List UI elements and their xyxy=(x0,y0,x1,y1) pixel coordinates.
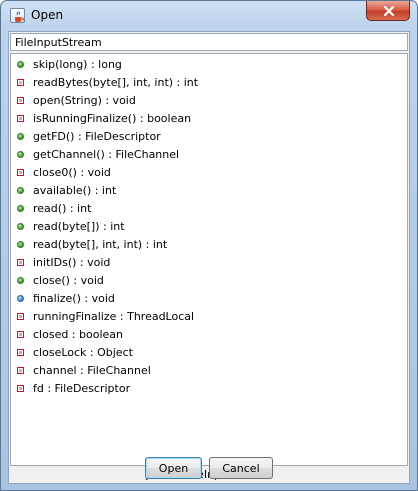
member-label: available() : int xyxy=(33,184,117,197)
list-item[interactable]: runningFinalize : ThreadLocal xyxy=(11,308,407,326)
protected-member-icon xyxy=(17,295,24,302)
member-list-panel[interactable]: skip(long) : long readBytes(byte[], int, … xyxy=(10,53,408,466)
list-item[interactable]: getFD() : FileDescriptor xyxy=(11,128,407,146)
member-list[interactable]: skip(long) : long readBytes(byte[], int, … xyxy=(11,56,407,398)
private-member-icon xyxy=(17,169,24,176)
list-item[interactable]: readBytes(byte[], int, int) : int xyxy=(11,74,407,92)
member-label: readBytes(byte[], int, int) : int xyxy=(33,76,199,89)
list-item[interactable]: close() : void xyxy=(11,272,407,290)
private-member-icon xyxy=(17,115,24,122)
member-label: read(byte[], int, int) : int xyxy=(33,238,168,251)
java-cup-icon xyxy=(10,8,25,23)
public-member-icon xyxy=(17,205,24,212)
close-icon xyxy=(383,5,395,17)
public-member-icon xyxy=(17,223,24,230)
private-member-icon xyxy=(17,385,24,392)
member-label: initIDs() : void xyxy=(33,256,111,269)
private-member-icon xyxy=(17,313,24,320)
list-item[interactable]: initIDs() : void xyxy=(11,254,407,272)
member-label: closed : boolean xyxy=(33,328,123,341)
public-member-icon xyxy=(17,133,24,140)
private-member-icon xyxy=(17,97,24,104)
title-bar[interactable]: Open xyxy=(1,1,417,31)
list-item[interactable]: channel : FileChannel xyxy=(11,362,407,380)
member-label: finalize() : void xyxy=(33,292,115,305)
list-item[interactable]: finalize() : void xyxy=(11,290,407,308)
window-title: Open xyxy=(31,8,64,22)
open-dialog-window: Open skip(long) : long readBytes(byte[], … xyxy=(0,0,418,491)
public-member-icon xyxy=(17,187,24,194)
close-button[interactable] xyxy=(366,1,410,21)
button-row: Open Cancel xyxy=(9,457,411,481)
member-label: runningFinalize : ThreadLocal xyxy=(33,310,195,323)
member-label: close0() : void xyxy=(33,166,111,179)
member-label: isRunningFinalize() : boolean xyxy=(33,112,192,125)
list-item[interactable]: read() : int xyxy=(11,200,407,218)
list-item[interactable]: getChannel() : FileChannel xyxy=(11,146,407,164)
list-item[interactable]: read(byte[]) : int xyxy=(11,218,407,236)
member-label: getChannel() : FileChannel xyxy=(33,148,180,161)
member-label: read() : int xyxy=(33,202,92,215)
list-item[interactable]: closed : boolean xyxy=(11,326,407,344)
list-item[interactable]: closeLock : Object xyxy=(11,344,407,362)
public-member-icon xyxy=(17,277,24,284)
list-item[interactable]: open(String) : void xyxy=(11,92,407,110)
list-item[interactable]: read(byte[], int, int) : int xyxy=(11,236,407,254)
list-item[interactable]: available() : int xyxy=(11,182,407,200)
list-item[interactable]: isRunningFinalize() : boolean xyxy=(11,110,407,128)
list-item[interactable]: fd : FileDescriptor xyxy=(11,380,407,398)
public-member-icon xyxy=(17,241,24,248)
member-label: getFD() : FileDescriptor xyxy=(33,130,161,143)
cancel-button[interactable]: Cancel xyxy=(209,457,273,479)
class-search-input[interactable] xyxy=(10,33,408,51)
member-label: closeLock : Object xyxy=(33,346,133,359)
member-label: channel : FileChannel xyxy=(33,364,151,377)
open-button[interactable]: Open xyxy=(145,457,202,479)
private-member-icon xyxy=(17,367,24,374)
member-label: open(String) : void xyxy=(33,94,136,107)
private-member-icon xyxy=(17,79,24,86)
public-member-icon xyxy=(17,61,24,68)
dialog-content: skip(long) : long readBytes(byte[], int, … xyxy=(8,31,410,484)
member-label: read(byte[]) : int xyxy=(33,220,125,233)
private-member-icon xyxy=(17,331,24,338)
list-item[interactable]: skip(long) : long xyxy=(11,56,407,74)
member-label: fd : FileDescriptor xyxy=(33,382,131,395)
public-member-icon xyxy=(17,151,24,158)
private-member-icon xyxy=(17,259,24,266)
member-label: close() : void xyxy=(33,274,104,287)
member-label: skip(long) : long xyxy=(33,58,122,71)
list-item[interactable]: close0() : void xyxy=(11,164,407,182)
private-member-icon xyxy=(17,349,24,356)
